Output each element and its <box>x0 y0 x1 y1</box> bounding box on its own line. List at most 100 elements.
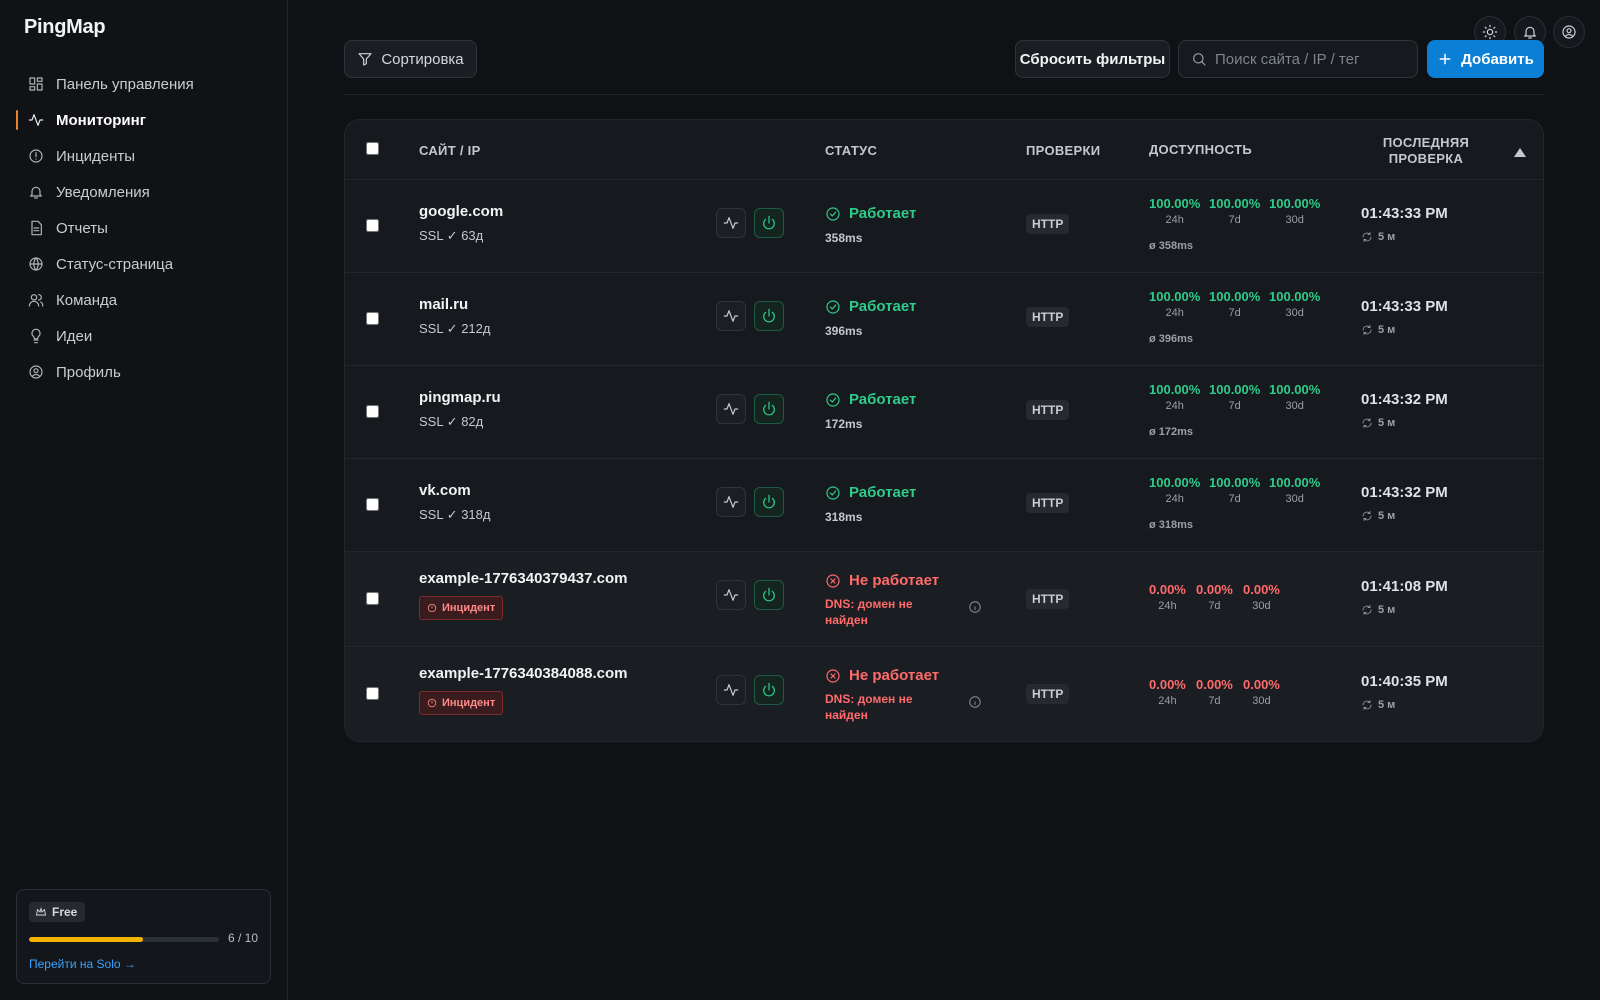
status-indicator: Работает <box>825 205 916 222</box>
row-checkbox[interactable] <box>366 592 379 605</box>
table-row[interactable]: mail.ru SSL ✓ 212д Работает 396ms HTTP 1… <box>345 273 1543 366</box>
column-header-status[interactable]: СТАТУС <box>825 143 877 158</box>
row-checkbox[interactable] <box>366 219 379 232</box>
site-name[interactable]: example-1776340379437.com <box>419 570 628 587</box>
response-time: 358ms <box>825 231 863 245</box>
activity-icon <box>723 496 739 508</box>
sidebar-item-profile[interactable]: Профиль <box>0 354 288 390</box>
add-button-label: Добавить <box>1461 50 1534 68</box>
search-input[interactable] <box>1215 50 1405 68</box>
account-button[interactable] <box>1553 16 1585 48</box>
availability-value: 100.00% <box>1209 196 1261 211</box>
site-name[interactable]: example-1776340384088.com <box>419 665 628 682</box>
refresh-icon <box>1362 605 1372 615</box>
sort-button[interactable]: Сортировка <box>344 40 477 78</box>
chart-button[interactable] <box>716 208 746 238</box>
site-name[interactable]: pingmap.ru <box>419 389 501 406</box>
average-response: ø 318ms <box>1149 519 1194 531</box>
chart-button[interactable] <box>716 301 746 331</box>
chart-button[interactable] <box>716 580 746 610</box>
availability-period: 24h <box>1165 493 1184 505</box>
power-button[interactable] <box>754 301 784 331</box>
ssl-info: SSL ✓ 318д <box>419 507 491 522</box>
table-row[interactable]: example-1776340379437.com Инцидент Не ра… <box>345 552 1543 647</box>
availability-value: 0.00% <box>1149 677 1186 692</box>
power-button[interactable] <box>754 675 784 705</box>
sidebar-item-label: Профиль <box>56 363 121 381</box>
site-name[interactable]: vk.com <box>419 482 471 499</box>
row-checkbox[interactable] <box>366 312 379 325</box>
column-header-last-check[interactable]: ПОСЛЕДНЯЯ ПРОВЕРКА <box>1361 135 1491 167</box>
sidebar-item-reports[interactable]: Отчеты <box>0 210 288 246</box>
select-all-checkbox[interactable] <box>366 142 379 155</box>
refresh-icon <box>1362 700 1372 710</box>
power-button[interactable] <box>754 208 784 238</box>
availability-24h: 100.00% 24h <box>1149 382 1200 412</box>
table-row[interactable]: vk.com SSL ✓ 318д Работает 318ms HTTP 10… <box>345 459 1543 552</box>
check-type-badge: HTTP <box>1026 307 1070 327</box>
sidebar-item-status-page[interactable]: Статус-страница <box>0 246 288 282</box>
column-header-site[interactable]: САЙТ / IP <box>419 143 481 158</box>
filter-icon <box>358 53 372 66</box>
chart-button[interactable] <box>716 675 746 705</box>
table-row[interactable]: pingmap.ru SSL ✓ 82д Работает 172ms HTTP… <box>345 366 1543 459</box>
sidebar-item-monitoring[interactable]: Мониторинг <box>0 102 288 138</box>
reset-filters-button[interactable]: Сбросить фильтры <box>1015 40 1170 78</box>
site-name[interactable]: google.com <box>419 203 503 220</box>
row-checkbox[interactable] <box>366 687 379 700</box>
availability-value: 100.00% <box>1209 289 1261 304</box>
sort-ascending-caret-icon[interactable] <box>1514 148 1526 157</box>
chart-button[interactable] <box>716 487 746 517</box>
add-button[interactable]: Добавить <box>1427 40 1544 78</box>
sidebar-item-team[interactable]: Команда <box>0 282 288 318</box>
availability-30d: 0.00% 30d <box>1243 582 1280 612</box>
power-button[interactable] <box>754 580 784 610</box>
app-logo[interactable]: PingMap <box>24 16 106 39</box>
availability-7d: 0.00% 7d <box>1196 677 1233 707</box>
interval-text: 5 м <box>1378 604 1396 616</box>
column-header-availability[interactable]: ДОСТУПНОСТЬ <box>1149 142 1252 157</box>
availability-period: 7d <box>1208 600 1221 612</box>
availability-value: 100.00% <box>1209 475 1261 490</box>
info-icon[interactable] <box>968 600 982 614</box>
plan-usage-bar <box>29 937 219 942</box>
row-checkbox[interactable] <box>366 405 379 418</box>
table-row[interactable]: example-1776340384088.com Инцидент Не ра… <box>345 647 1543 741</box>
activity-icon <box>723 589 739 601</box>
availability-period: 24h <box>1165 400 1184 412</box>
availability-value: 100.00% <box>1269 382 1321 397</box>
upgrade-link[interactable]: Перейти на Solo → <box>29 957 136 971</box>
interval-text: 5 м <box>1378 510 1396 522</box>
status-text: Не работает <box>849 572 940 589</box>
row-checkbox[interactable] <box>366 498 379 511</box>
power-button[interactable] <box>754 394 784 424</box>
info-icon[interactable] <box>968 695 982 709</box>
availability-30d: 100.00% 30d <box>1269 289 1320 319</box>
chart-button[interactable] <box>716 394 746 424</box>
user-circle-icon <box>28 364 44 380</box>
check-type-badge: HTTP <box>1026 684 1070 704</box>
interval-text: 5 м <box>1378 699 1396 711</box>
incident-badge[interactable]: Инцидент <box>419 596 504 620</box>
status-text: Работает <box>849 484 917 501</box>
activity-icon <box>28 112 44 128</box>
incident-badge[interactable]: Инцидент <box>419 691 504 715</box>
sidebar-item-dashboard[interactable]: Панель управления <box>0 66 288 102</box>
table-row[interactable]: google.com SSL ✓ 63д Работает 358ms HTTP… <box>345 180 1543 273</box>
check-interval: 5 м <box>1361 699 1395 711</box>
check-type-badge: HTTP <box>1026 589 1070 609</box>
power-button[interactable] <box>754 487 784 517</box>
sidebar-item-label: Статус-страница <box>56 255 174 273</box>
last-check-time: 01:41:08 PM <box>1361 578 1448 595</box>
site-name[interactable]: mail.ru <box>419 296 468 313</box>
column-header-checks[interactable]: ПРОВЕРКИ <box>1026 143 1100 158</box>
column-header-last-check-line2: ПРОВЕРКА <box>1388 151 1464 166</box>
search-field[interactable] <box>1178 40 1418 78</box>
availability-7d: 100.00% 7d <box>1209 196 1260 226</box>
sidebar-item-notifications[interactable]: Уведомления <box>0 174 288 210</box>
availability-period: 24h <box>1158 600 1177 612</box>
availability-period: 24h <box>1158 695 1177 707</box>
sidebar-item-ideas[interactable]: Идеи <box>0 318 288 354</box>
file-text-icon <box>28 220 44 236</box>
sidebar-item-incidents[interactable]: Инциденты <box>0 138 288 174</box>
